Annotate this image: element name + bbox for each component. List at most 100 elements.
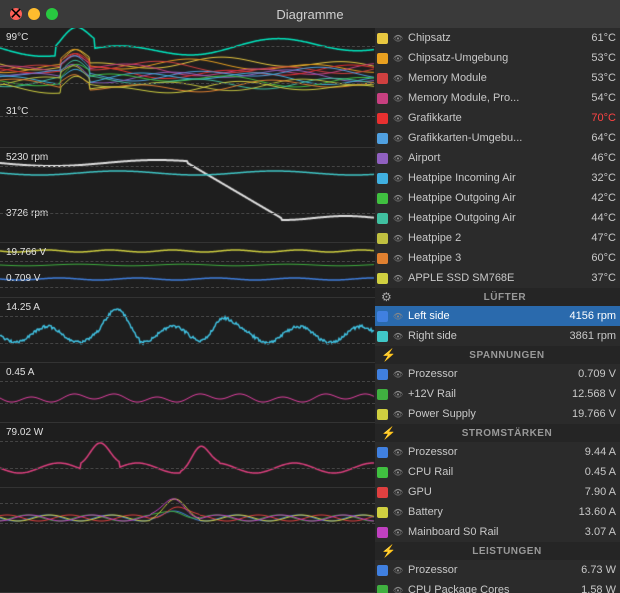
sensor-row[interactable]: 👁Heatpipe Outgoing Air42°C: [375, 188, 620, 208]
eye-icon[interactable]: 👁: [391, 113, 405, 123]
sensor-name: Prozessor: [408, 564, 560, 576]
sensor-row[interactable]: 👁Right side3861 rpm: [375, 326, 620, 346]
window-controls[interactable]: ✕: [10, 8, 58, 20]
sensor-name: APPLE SSD SM768E: [408, 272, 560, 284]
sensor-value: 53°C: [564, 52, 616, 64]
sensor-row[interactable]: 👁Memory Module, Pro...54°C: [375, 88, 620, 108]
sensor-name: Memory Module: [408, 72, 560, 84]
sensor-value: 19.766 V: [564, 408, 616, 420]
sensor-row[interactable]: 👁Chipsatz-Umgebung 53°C: [375, 48, 620, 68]
temp-chart: 99°C 31°C: [0, 28, 375, 148]
power-section-header: ⚡ Leistungen: [375, 542, 620, 560]
sensor-row[interactable]: 👁+12V Rail12.568 V: [375, 384, 620, 404]
eye-icon[interactable]: 👁: [391, 409, 405, 419]
sensor-row[interactable]: 👁Airport 46°C: [375, 148, 620, 168]
sensor-name: Heatpipe Incoming Air: [408, 172, 560, 184]
charts-panel: 99°C 31°C 5230 rpm 3726 rpm 19.766 V 0.7…: [0, 28, 375, 593]
eye-icon[interactable]: 👁: [391, 585, 405, 593]
sensor-row[interactable]: 👁Prozessor6.73 W: [375, 560, 620, 580]
sensor-value: 61°C: [564, 32, 616, 44]
maximize-button[interactable]: [46, 8, 58, 20]
sensor-value: 42°C: [564, 192, 616, 204]
color-swatch: [377, 113, 388, 124]
eye-icon[interactable]: 👁: [391, 233, 405, 243]
sensor-name: +12V Rail: [408, 388, 560, 400]
sensor-row[interactable]: 👁GPU7.90 A: [375, 482, 620, 502]
eye-icon[interactable]: 👁: [391, 193, 405, 203]
sensor-value: 13.60 A: [564, 506, 616, 518]
eye-icon[interactable]: 👁: [391, 173, 405, 183]
sensor-name: Left side: [408, 310, 560, 322]
eye-icon[interactable]: 👁: [391, 467, 405, 477]
sensor-name: Airport: [408, 152, 560, 164]
eye-icon[interactable]: 👁: [391, 311, 405, 321]
eye-icon[interactable]: 👁: [391, 389, 405, 399]
sensor-row[interactable]: 👁Heatpipe Incoming Air 32°C: [375, 168, 620, 188]
lightning-icon-power: ⚡: [381, 544, 396, 558]
sensor-row[interactable]: 👁CPU Package Cores1.58 W: [375, 580, 620, 593]
sensor-row[interactable]: 👁APPLE SSD SM768E37°C: [375, 268, 620, 288]
sensor-name: Right side: [408, 330, 560, 342]
eye-icon[interactable]: 👁: [391, 213, 405, 223]
sensor-name: Battery: [408, 506, 560, 518]
lightning-icon-curr: ⚡: [381, 426, 396, 440]
sensor-value: 4156 rpm: [564, 310, 616, 322]
eye-icon[interactable]: 👁: [391, 487, 405, 497]
eye-icon[interactable]: 👁: [391, 253, 405, 263]
sensor-row[interactable]: 👁Heatpipe 247°C: [375, 228, 620, 248]
amp2-label: 0.45 A: [6, 367, 34, 378]
color-swatch: [377, 369, 388, 380]
sensor-row[interactable]: 👁Prozessor0.709 V: [375, 364, 620, 384]
sensor-row[interactable]: 👁Grafikkarten-Umgebu... 64°C: [375, 128, 620, 148]
eye-icon[interactable]: 👁: [391, 565, 405, 575]
eye-icon[interactable]: 👁: [391, 53, 405, 63]
eye-icon[interactable]: 👁: [391, 447, 405, 457]
sensor-value: 70°C: [564, 112, 616, 124]
sensor-name: CPU Rail: [408, 466, 560, 478]
amp2-chart: 0.45 A: [0, 363, 375, 423]
eye-icon[interactable]: 👁: [391, 33, 405, 43]
sensor-value: 64°C: [564, 132, 616, 144]
current-sensors: 👁Prozessor9.44 A👁CPU Rail0.45 A👁GPU7.90 …: [375, 442, 620, 542]
sensor-name: CPU Package Cores: [408, 584, 560, 593]
color-swatch: [377, 565, 388, 576]
sensor-value: 60°C: [564, 252, 616, 264]
sensor-value: 46°C: [564, 152, 616, 164]
eye-icon[interactable]: 👁: [391, 331, 405, 341]
sensor-row[interactable]: 👁Left side 4156 rpm: [375, 306, 620, 326]
minimize-button[interactable]: [28, 8, 40, 20]
lightning-icon-volt: ⚡: [381, 348, 396, 362]
sensor-value: 32°C: [564, 172, 616, 184]
sensor-name: Grafikkarten-Umgebu...: [408, 132, 560, 144]
sensor-row[interactable]: 👁Mainboard S0 Rail3.07 A: [375, 522, 620, 542]
sensor-name: Chipsatz-Umgebung: [408, 52, 560, 64]
title-bar: ✕ Diagramme: [0, 0, 620, 28]
sensor-row[interactable]: 👁Battery 13.60 A: [375, 502, 620, 522]
sensor-row[interactable]: 👁Heatpipe Outgoing Air44°C: [375, 208, 620, 228]
sensor-row[interactable]: 👁Power Supply19.766 V: [375, 404, 620, 424]
sensor-row[interactable]: 👁CPU Rail0.45 A: [375, 462, 620, 482]
voltages-section-header: ⚡ Spannungen: [375, 346, 620, 364]
sensor-row[interactable]: 👁Heatpipe 360°C: [375, 248, 620, 268]
eye-icon[interactable]: 👁: [391, 133, 405, 143]
eye-icon[interactable]: 👁: [391, 93, 405, 103]
color-swatch: [377, 153, 388, 164]
sensor-row[interactable]: 👁Chipsatz61°C: [375, 28, 620, 48]
close-button[interactable]: ✕: [10, 8, 22, 20]
sensor-row[interactable]: 👁Grafikkarte70°C: [375, 108, 620, 128]
sensor-row[interactable]: 👁Prozessor9.44 A: [375, 442, 620, 462]
sensor-value: 54°C: [564, 92, 616, 104]
eye-icon[interactable]: 👁: [391, 369, 405, 379]
eye-icon[interactable]: 👁: [391, 273, 405, 283]
color-swatch: [377, 447, 388, 458]
eye-icon[interactable]: 👁: [391, 507, 405, 517]
sensor-row[interactable]: 👁Memory Module53°C: [375, 68, 620, 88]
color-swatch: [377, 467, 388, 478]
currents-section-header: ⚡ Stromstärken: [375, 424, 620, 442]
eye-icon[interactable]: 👁: [391, 73, 405, 83]
eye-icon[interactable]: 👁: [391, 527, 405, 537]
voltage-sensors: 👁Prozessor0.709 V👁+12V Rail12.568 V👁Powe…: [375, 364, 620, 424]
color-swatch: [377, 389, 388, 400]
color-swatch: [377, 233, 388, 244]
eye-icon[interactable]: 👁: [391, 153, 405, 163]
